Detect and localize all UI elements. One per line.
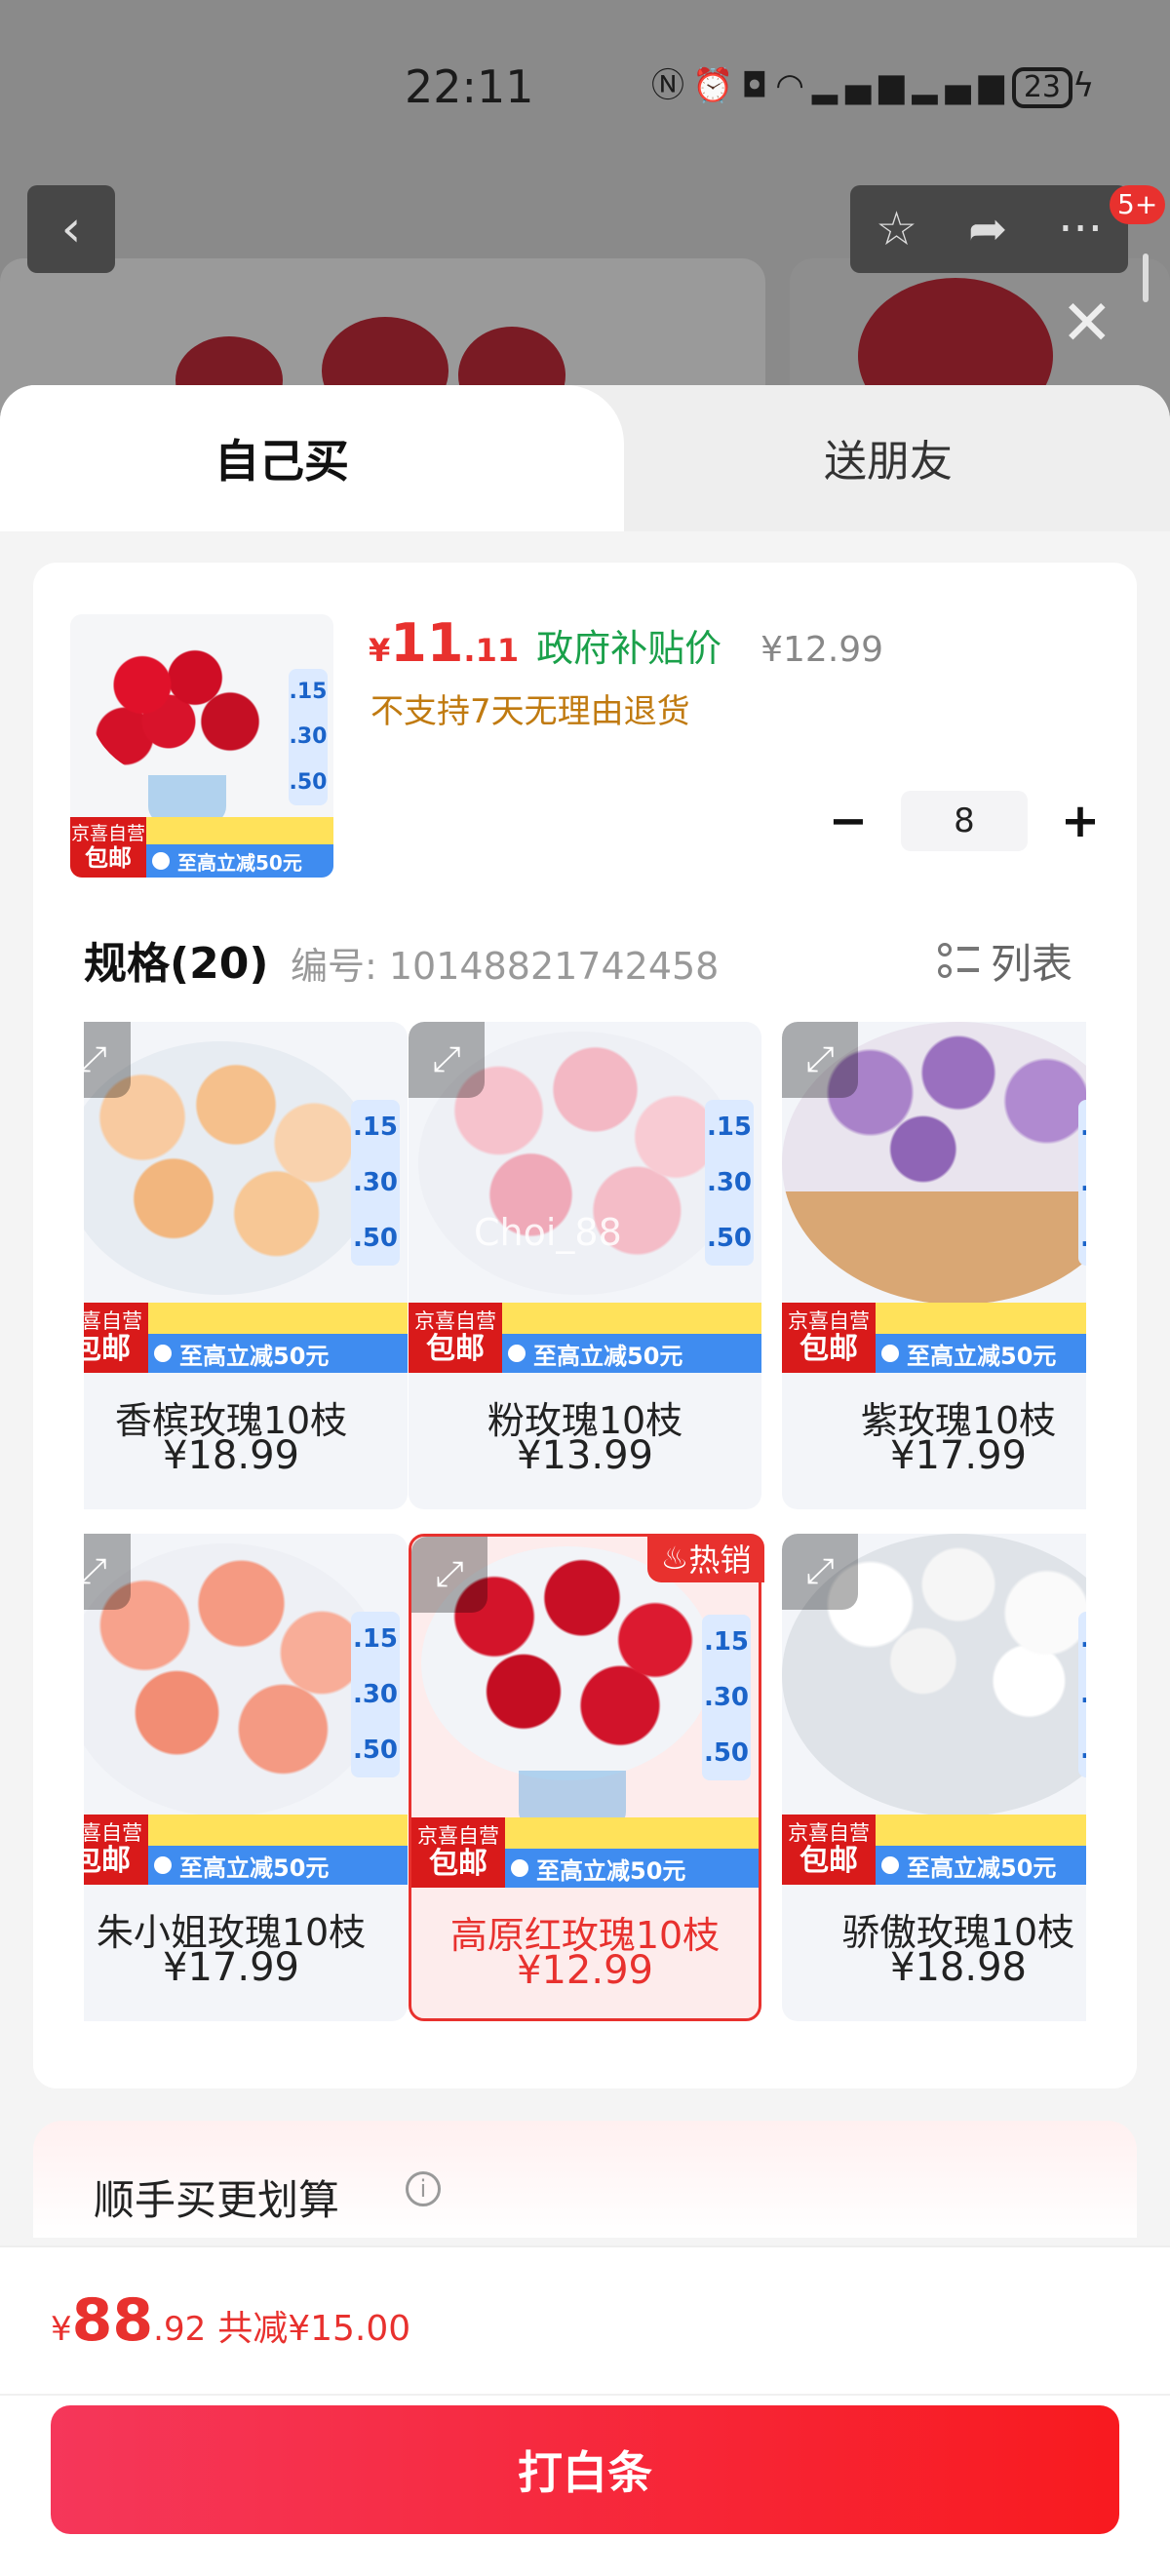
variant-tile[interactable]: .15.30.50 京喜自营包邮 至高立减50元 ⤢ 紫玫瑰10枝 ¥17.99: [782, 1022, 1086, 1509]
variant-tile[interactable]: .15.30.50 京喜自营包邮 至高立减50元 ⤢ 骄傲玫瑰10枝 ¥18.9…: [782, 1534, 1086, 2021]
expand-icon[interactable]: ⤢: [409, 1022, 485, 1098]
divider: [0, 2394, 1170, 2396]
expand-icon[interactable]: ⤢: [782, 1534, 858, 1610]
chevron-left-icon: ‹: [60, 200, 82, 258]
jd-self-badge: 京喜自营包邮: [782, 1815, 876, 1885]
variant-price: ¥18.98: [890, 1945, 1027, 1990]
jd-self-badge: 京喜自营 包邮: [70, 817, 146, 878]
info-icon[interactable]: i: [406, 2171, 441, 2206]
charging-icon: ϟ: [1072, 66, 1103, 105]
expand-icon[interactable]: ⤢: [782, 1022, 858, 1098]
variant-price: ¥18.99: [163, 1433, 299, 1478]
jd-self-badge: 京喜自营包邮: [84, 1303, 148, 1373]
wifi-icon: ◠: [775, 66, 812, 105]
variant-tile[interactable]: .15.30.50 京喜自营 包邮 至高立减50元 ⤢ 粉玫瑰10枝 ¥13.99: [409, 1022, 761, 1509]
current-price: 11: [390, 612, 464, 674]
tab-self-buy[interactable]: 自己买: [0, 385, 624, 556]
watermark: Choi_88: [474, 1211, 622, 1254]
share-icon[interactable]: ➦: [968, 202, 1007, 256]
list-view-toggle[interactable]: 列表: [938, 931, 1072, 991]
spec-code: 编号: 10148821742458: [291, 945, 720, 988]
side-promo: .15 .30 .50: [289, 669, 328, 805]
promo-bar: 至高立减50元: [146, 817, 333, 878]
savings-label: 共减¥15.00: [217, 2309, 411, 2349]
flame-icon: ♨: [660, 1540, 689, 1577]
play-icon: [152, 852, 170, 870]
scroll-indicator: [1143, 254, 1149, 302]
jd-self-badge: 京喜自营包邮: [782, 1303, 876, 1373]
notification-badge: 5+: [1110, 185, 1166, 224]
5g-signal-icon: ▂▄▆: [912, 66, 1012, 105]
status-time: 22:11: [405, 60, 534, 113]
variant-price: ¥12.99: [517, 1948, 653, 1993]
camera-icon: ◘: [741, 66, 776, 105]
checkout-footer: ¥ 88 .92 共减¥15.00 打白条: [0, 2245, 1170, 2576]
play-icon: [511, 1859, 528, 1877]
quantity-input[interactable]: 8: [901, 791, 1028, 851]
quantity-stepper: − 8 +: [817, 790, 1112, 852]
addon-title: 顺手买更划算: [94, 2176, 340, 2224]
jd-self-badge: 京喜自营包邮: [409, 1303, 502, 1373]
return-policy: 不支持7天无理由退货: [370, 692, 690, 731]
jd-self-badge: 京喜自营包邮: [84, 1815, 148, 1885]
play-icon: [154, 1345, 172, 1362]
play-icon: [881, 1345, 899, 1362]
credit-pay-button[interactable]: 打白条: [51, 2405, 1119, 2534]
alarm-icon: ⏰: [692, 66, 742, 105]
top-actions: ☆ ➦ ···: [850, 185, 1128, 273]
list-icon: [938, 941, 979, 982]
back-button[interactable]: ‹: [27, 185, 115, 273]
variant-price: ¥13.99: [517, 1433, 653, 1478]
original-price: ¥12.99: [760, 630, 884, 670]
minus-button[interactable]: −: [817, 790, 879, 852]
nfc-icon: Ⓝ: [651, 66, 692, 105]
plus-button[interactable]: +: [1049, 790, 1112, 852]
play-icon: [154, 1856, 172, 1874]
tab-gift[interactable]: 送朋友: [824, 426, 953, 488]
hot-sale-tag: ♨ 热销: [647, 1534, 764, 1582]
variant-tile-selected[interactable]: .15.30.50 京喜自营 包邮 至高立减50元 ⤢ 高原红玫瑰10枝 ¥12.…: [409, 1534, 761, 2021]
rose-bouquet: [90, 634, 265, 780]
tab-self-buy-label: 自己买: [214, 435, 349, 488]
star-icon[interactable]: ☆: [876, 202, 917, 256]
addon-section: 顺手买更划算 i: [33, 2121, 1137, 2238]
variant-price: ¥17.99: [890, 1433, 1027, 1478]
subsidy-label: 政府补贴价: [536, 627, 722, 670]
status-icons: Ⓝ⏰◘◠▂▄▆▂▄▆ 23 ϟ: [651, 59, 1102, 108]
spec-title: 规格(20): [84, 939, 269, 989]
play-icon: [508, 1345, 526, 1362]
product-thumbnail[interactable]: .15 .30 .50 京喜自营 包邮 至高立减50元: [70, 614, 333, 878]
expand-icon[interactable]: ⤢: [84, 1534, 131, 1610]
expand-icon[interactable]: ⤢: [84, 1022, 131, 1098]
total-price: ¥ 88 .92 共减¥15.00: [51, 2286, 411, 2355]
variant-tile[interactable]: .15.30.50 京喜自营包邮 至高立减50元 ⤢ 朱小姐玫瑰10枝 ¥17.…: [84, 1534, 408, 2021]
variant-grid: .15.30.50 京喜自营包邮 至高立减50元 ⤢ 香槟玫瑰10枝 ¥18.9…: [84, 1022, 1086, 2026]
expand-icon[interactable]: ⤢: [411, 1537, 488, 1613]
close-icon[interactable]: ✕: [1061, 288, 1113, 360]
more-icon[interactable]: ···: [1058, 202, 1103, 256]
battery-indicator: 23: [1011, 67, 1073, 108]
jd-self-badge: 京喜自营包邮: [411, 1817, 505, 1888]
variant-price: ¥17.99: [163, 1945, 299, 1990]
price-row: ¥ 11 .11 政府补贴价 ¥12.99: [369, 612, 884, 674]
4g-signal-icon: ▂▄▆: [811, 66, 913, 105]
variant-tile[interactable]: .15.30.50 京喜自营包邮 至高立减50元 ⤢ 香槟玫瑰10枝 ¥18.9…: [84, 1022, 408, 1509]
play-icon: [881, 1856, 899, 1874]
